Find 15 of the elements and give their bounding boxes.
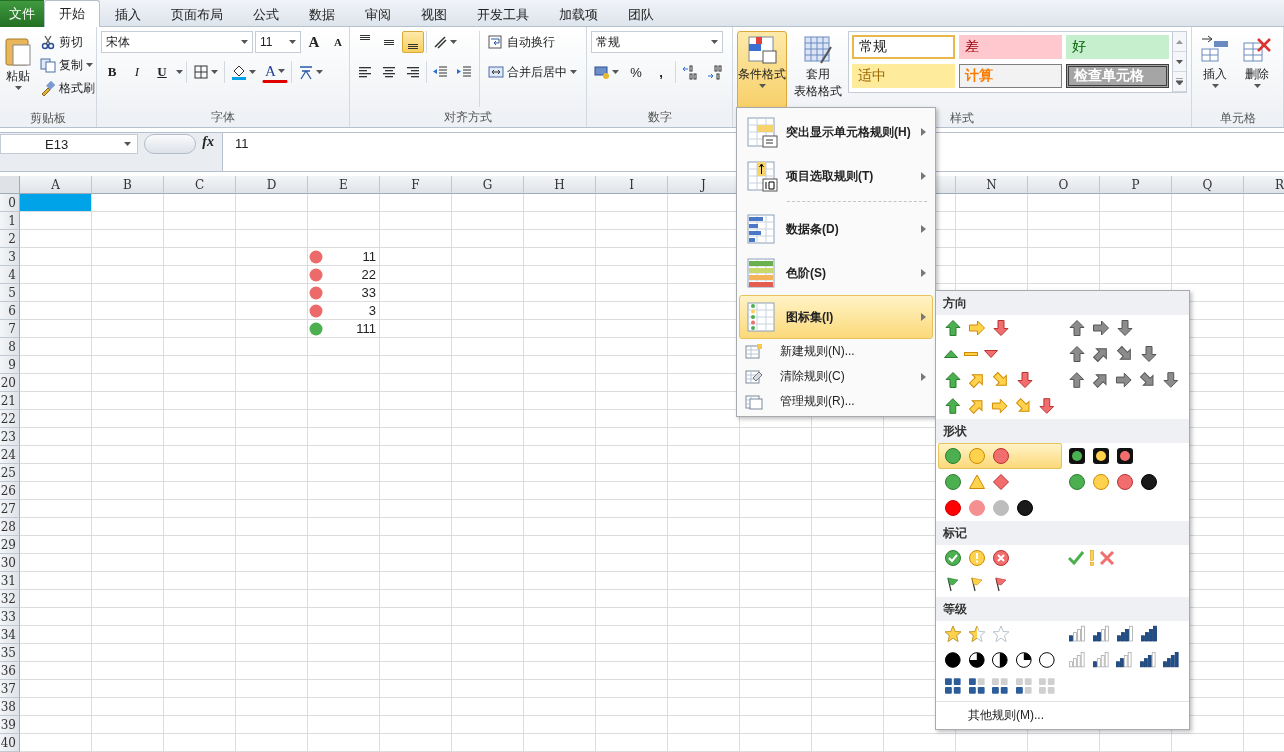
group-label: 字体 <box>210 108 236 126</box>
group-label: 对齐方式 <box>443 108 493 126</box>
group-label: 剪贴板 <box>29 109 67 127</box>
group-label: 样式 <box>949 109 975 127</box>
section-title: 等级 <box>936 597 1189 621</box>
cell-value: 22 <box>361 267 376 282</box>
cell-value: 33 <box>361 285 376 300</box>
cell-value: 11 <box>362 249 376 264</box>
section-title: 形状 <box>936 419 1189 443</box>
group-label: 单元格 <box>1218 109 1257 127</box>
cell-value: 111 <box>356 321 376 336</box>
cell-value: 3 <box>368 303 376 318</box>
group-label: 数字 <box>646 108 673 126</box>
section-title: 方向 <box>936 291 1189 315</box>
section-title: 标记 <box>936 521 1189 545</box>
